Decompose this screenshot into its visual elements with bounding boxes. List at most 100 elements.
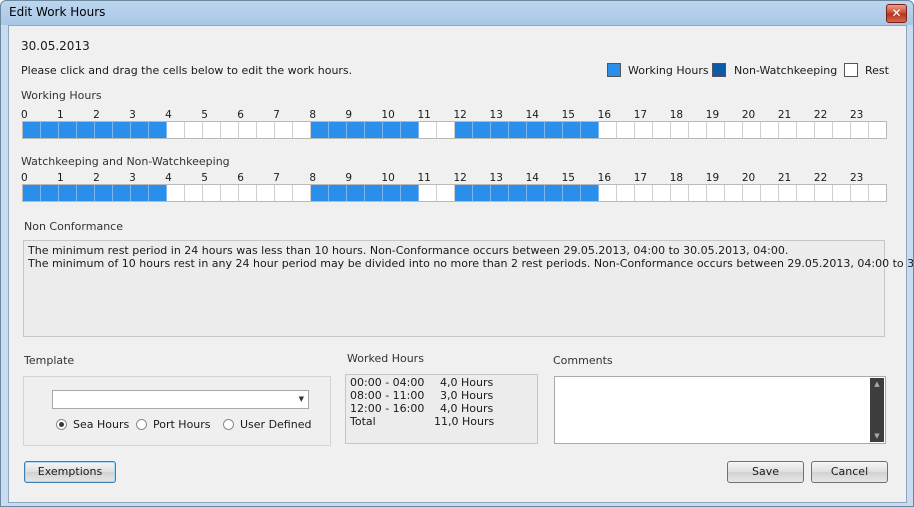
- comments-textarea[interactable]: ▲ ▼: [554, 376, 886, 444]
- hour-cell[interactable]: [635, 122, 653, 138]
- hour-cell[interactable]: [509, 185, 527, 201]
- hour-cell[interactable]: [455, 122, 473, 138]
- hour-cell[interactable]: [149, 185, 167, 201]
- radio-sea-hours-label[interactable]: Sea Hours: [73, 418, 129, 431]
- hour-cell[interactable]: [185, 122, 203, 138]
- template-combo[interactable]: ▼: [52, 390, 309, 409]
- exemptions-button[interactable]: Exemptions: [24, 461, 116, 483]
- hour-cell[interactable]: [401, 122, 419, 138]
- hour-cell[interactable]: [131, 122, 149, 138]
- hour-cell[interactable]: [779, 185, 797, 201]
- hour-cell[interactable]: [743, 122, 761, 138]
- hour-cell[interactable]: [401, 185, 419, 201]
- chevron-down-icon[interactable]: ▼: [299, 395, 304, 403]
- hour-cell[interactable]: [473, 122, 491, 138]
- hour-cell[interactable]: [707, 185, 725, 201]
- hour-cell[interactable]: [473, 185, 491, 201]
- hour-cell[interactable]: [671, 122, 689, 138]
- hour-cell[interactable]: [815, 185, 833, 201]
- hour-cell[interactable]: [689, 122, 707, 138]
- non-conformance-box[interactable]: The minimum rest period in 24 hours was …: [23, 240, 913, 337]
- comments-scrollbar[interactable]: ▲ ▼: [870, 378, 884, 442]
- hour-cell[interactable]: [347, 185, 365, 201]
- hour-cell[interactable]: [77, 122, 95, 138]
- hour-cell[interactable]: [599, 185, 617, 201]
- hour-cell[interactable]: [167, 185, 185, 201]
- hour-cell[interactable]: [527, 122, 545, 138]
- hour-cell[interactable]: [365, 185, 383, 201]
- hour-cell[interactable]: [239, 122, 257, 138]
- hour-cell[interactable]: [869, 122, 886, 138]
- hour-cell[interactable]: [725, 185, 743, 201]
- hour-cell[interactable]: [437, 185, 455, 201]
- hour-cell[interactable]: [527, 185, 545, 201]
- hour-cell[interactable]: [851, 122, 869, 138]
- working-hours-grid[interactable]: [22, 121, 887, 139]
- hour-cell[interactable]: [815, 122, 833, 138]
- hour-cell[interactable]: [293, 122, 311, 138]
- hour-cell[interactable]: [221, 122, 239, 138]
- hour-cell[interactable]: [41, 185, 59, 201]
- close-button[interactable]: ✕: [886, 4, 907, 23]
- scroll-up-icon[interactable]: ▲: [870, 378, 884, 390]
- hour-cell[interactable]: [671, 185, 689, 201]
- hour-cell[interactable]: [167, 122, 185, 138]
- hour-cell[interactable]: [329, 122, 347, 138]
- hour-cell[interactable]: [779, 122, 797, 138]
- hour-cell[interactable]: [761, 185, 779, 201]
- hour-cell[interactable]: [797, 185, 815, 201]
- scroll-down-icon[interactable]: ▼: [870, 430, 884, 442]
- title-bar[interactable]: Edit Work Hours ✕: [1, 1, 913, 25]
- hour-cell[interactable]: [221, 185, 239, 201]
- hour-cell[interactable]: [113, 185, 131, 201]
- hour-cell[interactable]: [275, 122, 293, 138]
- hour-cell[interactable]: [329, 185, 347, 201]
- hour-cell[interactable]: [851, 185, 869, 201]
- hour-cell[interactable]: [563, 185, 581, 201]
- hour-cell[interactable]: [653, 122, 671, 138]
- hour-cell[interactable]: [23, 122, 41, 138]
- hour-cell[interactable]: [239, 185, 257, 201]
- hour-cell[interactable]: [95, 122, 113, 138]
- save-button[interactable]: Save: [727, 461, 804, 483]
- radio-sea-hours[interactable]: [56, 419, 67, 430]
- hour-cell[interactable]: [689, 185, 707, 201]
- hour-cell[interactable]: [311, 122, 329, 138]
- hour-cell[interactable]: [203, 185, 221, 201]
- hour-cell[interactable]: [293, 185, 311, 201]
- hour-cell[interactable]: [257, 185, 275, 201]
- hour-cell[interactable]: [581, 122, 599, 138]
- hour-cell[interactable]: [617, 122, 635, 138]
- hour-cell[interactable]: [59, 122, 77, 138]
- hour-cell[interactable]: [509, 122, 527, 138]
- radio-port-hours[interactable]: [136, 419, 147, 430]
- hour-cell[interactable]: [59, 185, 77, 201]
- hour-cell[interactable]: [707, 122, 725, 138]
- hour-cell[interactable]: [545, 122, 563, 138]
- hour-cell[interactable]: [185, 185, 203, 201]
- hour-cell[interactable]: [149, 122, 167, 138]
- hour-cell[interactable]: [95, 185, 113, 201]
- hour-cell[interactable]: [77, 185, 95, 201]
- radio-port-hours-label[interactable]: Port Hours: [153, 418, 211, 431]
- hour-cell[interactable]: [113, 122, 131, 138]
- hour-cell[interactable]: [581, 185, 599, 201]
- hour-cell[interactable]: [383, 122, 401, 138]
- hour-cell[interactable]: [563, 122, 581, 138]
- radio-user-defined[interactable]: [223, 419, 234, 430]
- hour-cell[interactable]: [797, 122, 815, 138]
- hour-cell[interactable]: [383, 185, 401, 201]
- hour-cell[interactable]: [761, 122, 779, 138]
- hour-cell[interactable]: [599, 122, 617, 138]
- hour-cell[interactable]: [653, 185, 671, 201]
- hour-cell[interactable]: [203, 122, 221, 138]
- hour-cell[interactable]: [347, 122, 365, 138]
- hour-cell[interactable]: [275, 185, 293, 201]
- hour-cell[interactable]: [23, 185, 41, 201]
- hour-cell[interactable]: [491, 122, 509, 138]
- hour-cell[interactable]: [545, 185, 563, 201]
- hour-cell[interactable]: [419, 185, 437, 201]
- hour-cell[interactable]: [437, 122, 455, 138]
- hour-cell[interactable]: [617, 185, 635, 201]
- hour-cell[interactable]: [419, 122, 437, 138]
